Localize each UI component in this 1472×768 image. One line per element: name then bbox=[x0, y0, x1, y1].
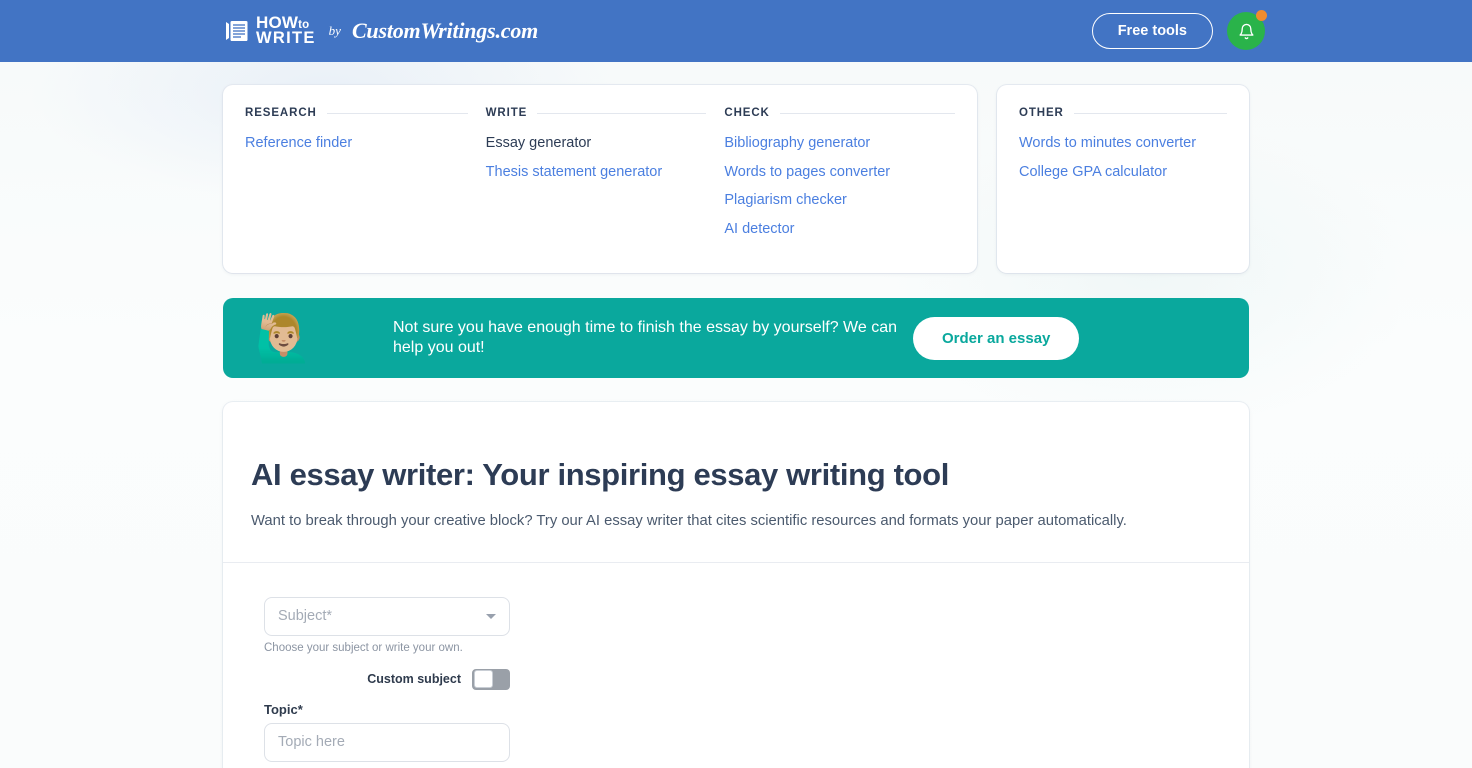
subject-helper-text: Choose your subject or write your own. bbox=[264, 641, 463, 654]
promo-banner-text: Not sure you have enough time to finish … bbox=[393, 319, 897, 357]
tools-row: RESEARCH Reference finder WRITE Essay ge… bbox=[223, 85, 1249, 274]
essay-generator-form: Subject* Choose your subject or write yo… bbox=[251, 563, 1221, 768]
chevron-down-icon bbox=[486, 613, 496, 619]
main-card: AI essay writer: Your inspiring essay wr… bbox=[223, 402, 1249, 768]
logo-by-text: by bbox=[328, 22, 341, 38]
logo-wordmark: HOWto WRITE bbox=[256, 14, 316, 48]
custom-subject-label: Custom subject bbox=[367, 672, 461, 687]
column-title: RESEARCH bbox=[245, 107, 317, 119]
toggle-knob bbox=[473, 670, 493, 689]
bell-icon bbox=[1238, 23, 1254, 39]
topic-input[interactable]: Topic here bbox=[264, 722, 510, 762]
logo-mark: HOWto WRITE bbox=[222, 14, 316, 48]
tool-link-reference-finder[interactable]: Reference finder bbox=[245, 133, 468, 154]
column-header-check: CHECK bbox=[724, 107, 955, 119]
column-header-write: WRITE bbox=[486, 107, 707, 119]
tools-column-write: WRITE Essay generator Thesis statement g… bbox=[486, 107, 725, 247]
column-rule bbox=[779, 112, 955, 114]
topic-input-placeholder: Topic here bbox=[278, 734, 345, 751]
subject-select[interactable]: Subject* bbox=[264, 596, 510, 636]
topic-label: Topic* bbox=[264, 701, 303, 717]
custom-subject-toggle[interactable] bbox=[472, 668, 510, 690]
tool-link-bibliography-generator[interactable]: Bibliography generator bbox=[724, 133, 955, 154]
notification-dot bbox=[1256, 10, 1267, 21]
order-an-essay-button[interactable]: Order an essay bbox=[913, 316, 1080, 360]
header-actions: Free tools bbox=[1091, 10, 1267, 50]
column-title: OTHER bbox=[1019, 107, 1064, 119]
site-header: HOWto WRITE by CustomWritings.com Free t… bbox=[0, 0, 1472, 62]
tools-column-check: CHECK Bibliography generator Words to pa… bbox=[724, 107, 955, 247]
column-title: WRITE bbox=[485, 107, 528, 119]
column-rule bbox=[326, 112, 468, 114]
column-header-other: OTHER bbox=[1019, 107, 1227, 119]
column-title: CHECK bbox=[724, 107, 770, 119]
tool-link-words-to-minutes-converter[interactable]: Words to minutes converter bbox=[1019, 133, 1227, 154]
logo-brand-text: CustomWritings.com bbox=[351, 17, 539, 43]
tools-card-primary: RESEARCH Reference finder WRITE Essay ge… bbox=[223, 85, 977, 274]
tool-link-college-gpa-calculator[interactable]: College GPA calculator bbox=[1019, 162, 1227, 183]
document-icon bbox=[226, 20, 248, 41]
tools-card-other: OTHER Words to minutes converter College… bbox=[997, 85, 1249, 274]
free-tools-button[interactable]: Free tools bbox=[1091, 12, 1213, 50]
tool-link-ai-detector[interactable]: AI detector bbox=[724, 219, 955, 240]
subject-select-placeholder: Subject* bbox=[278, 608, 333, 625]
tool-link-plagiarism-checker[interactable]: Plagiarism checker bbox=[724, 190, 955, 211]
page-content: RESEARCH Reference finder WRITE Essay ge… bbox=[0, 62, 1472, 768]
tool-link-essay-generator: Essay generator bbox=[485, 135, 592, 151]
page-title: AI essay writer: Your inspiring essay wr… bbox=[251, 457, 949, 493]
logo-line2: WRITE bbox=[256, 29, 316, 48]
raising-hand-icon: 🙋🏼‍♂️ bbox=[255, 312, 313, 365]
tool-link-thesis-statement-generator[interactable]: Thesis statement generator bbox=[486, 162, 707, 183]
column-rule bbox=[537, 112, 707, 114]
column-header-research: RESEARCH bbox=[245, 107, 468, 119]
tools-column-research: RESEARCH Reference finder bbox=[245, 107, 486, 247]
topic-field-block: Topic* Topic here Enter topic here. Keep… bbox=[264, 702, 1221, 768]
tool-link-words-to-pages-converter[interactable]: Words to pages converter bbox=[724, 162, 955, 183]
custom-subject-row: Custom subject bbox=[264, 668, 510, 690]
notifications-button[interactable] bbox=[1227, 10, 1267, 50]
page-subtitle: Want to break through your creative bloc… bbox=[251, 512, 1127, 529]
promo-banner: 🙋🏼‍♂️ Not sure you have enough time to f… bbox=[223, 298, 1249, 379]
column-rule bbox=[1073, 112, 1227, 114]
site-logo[interactable]: HOWto WRITE by CustomWritings.com bbox=[222, 14, 539, 48]
